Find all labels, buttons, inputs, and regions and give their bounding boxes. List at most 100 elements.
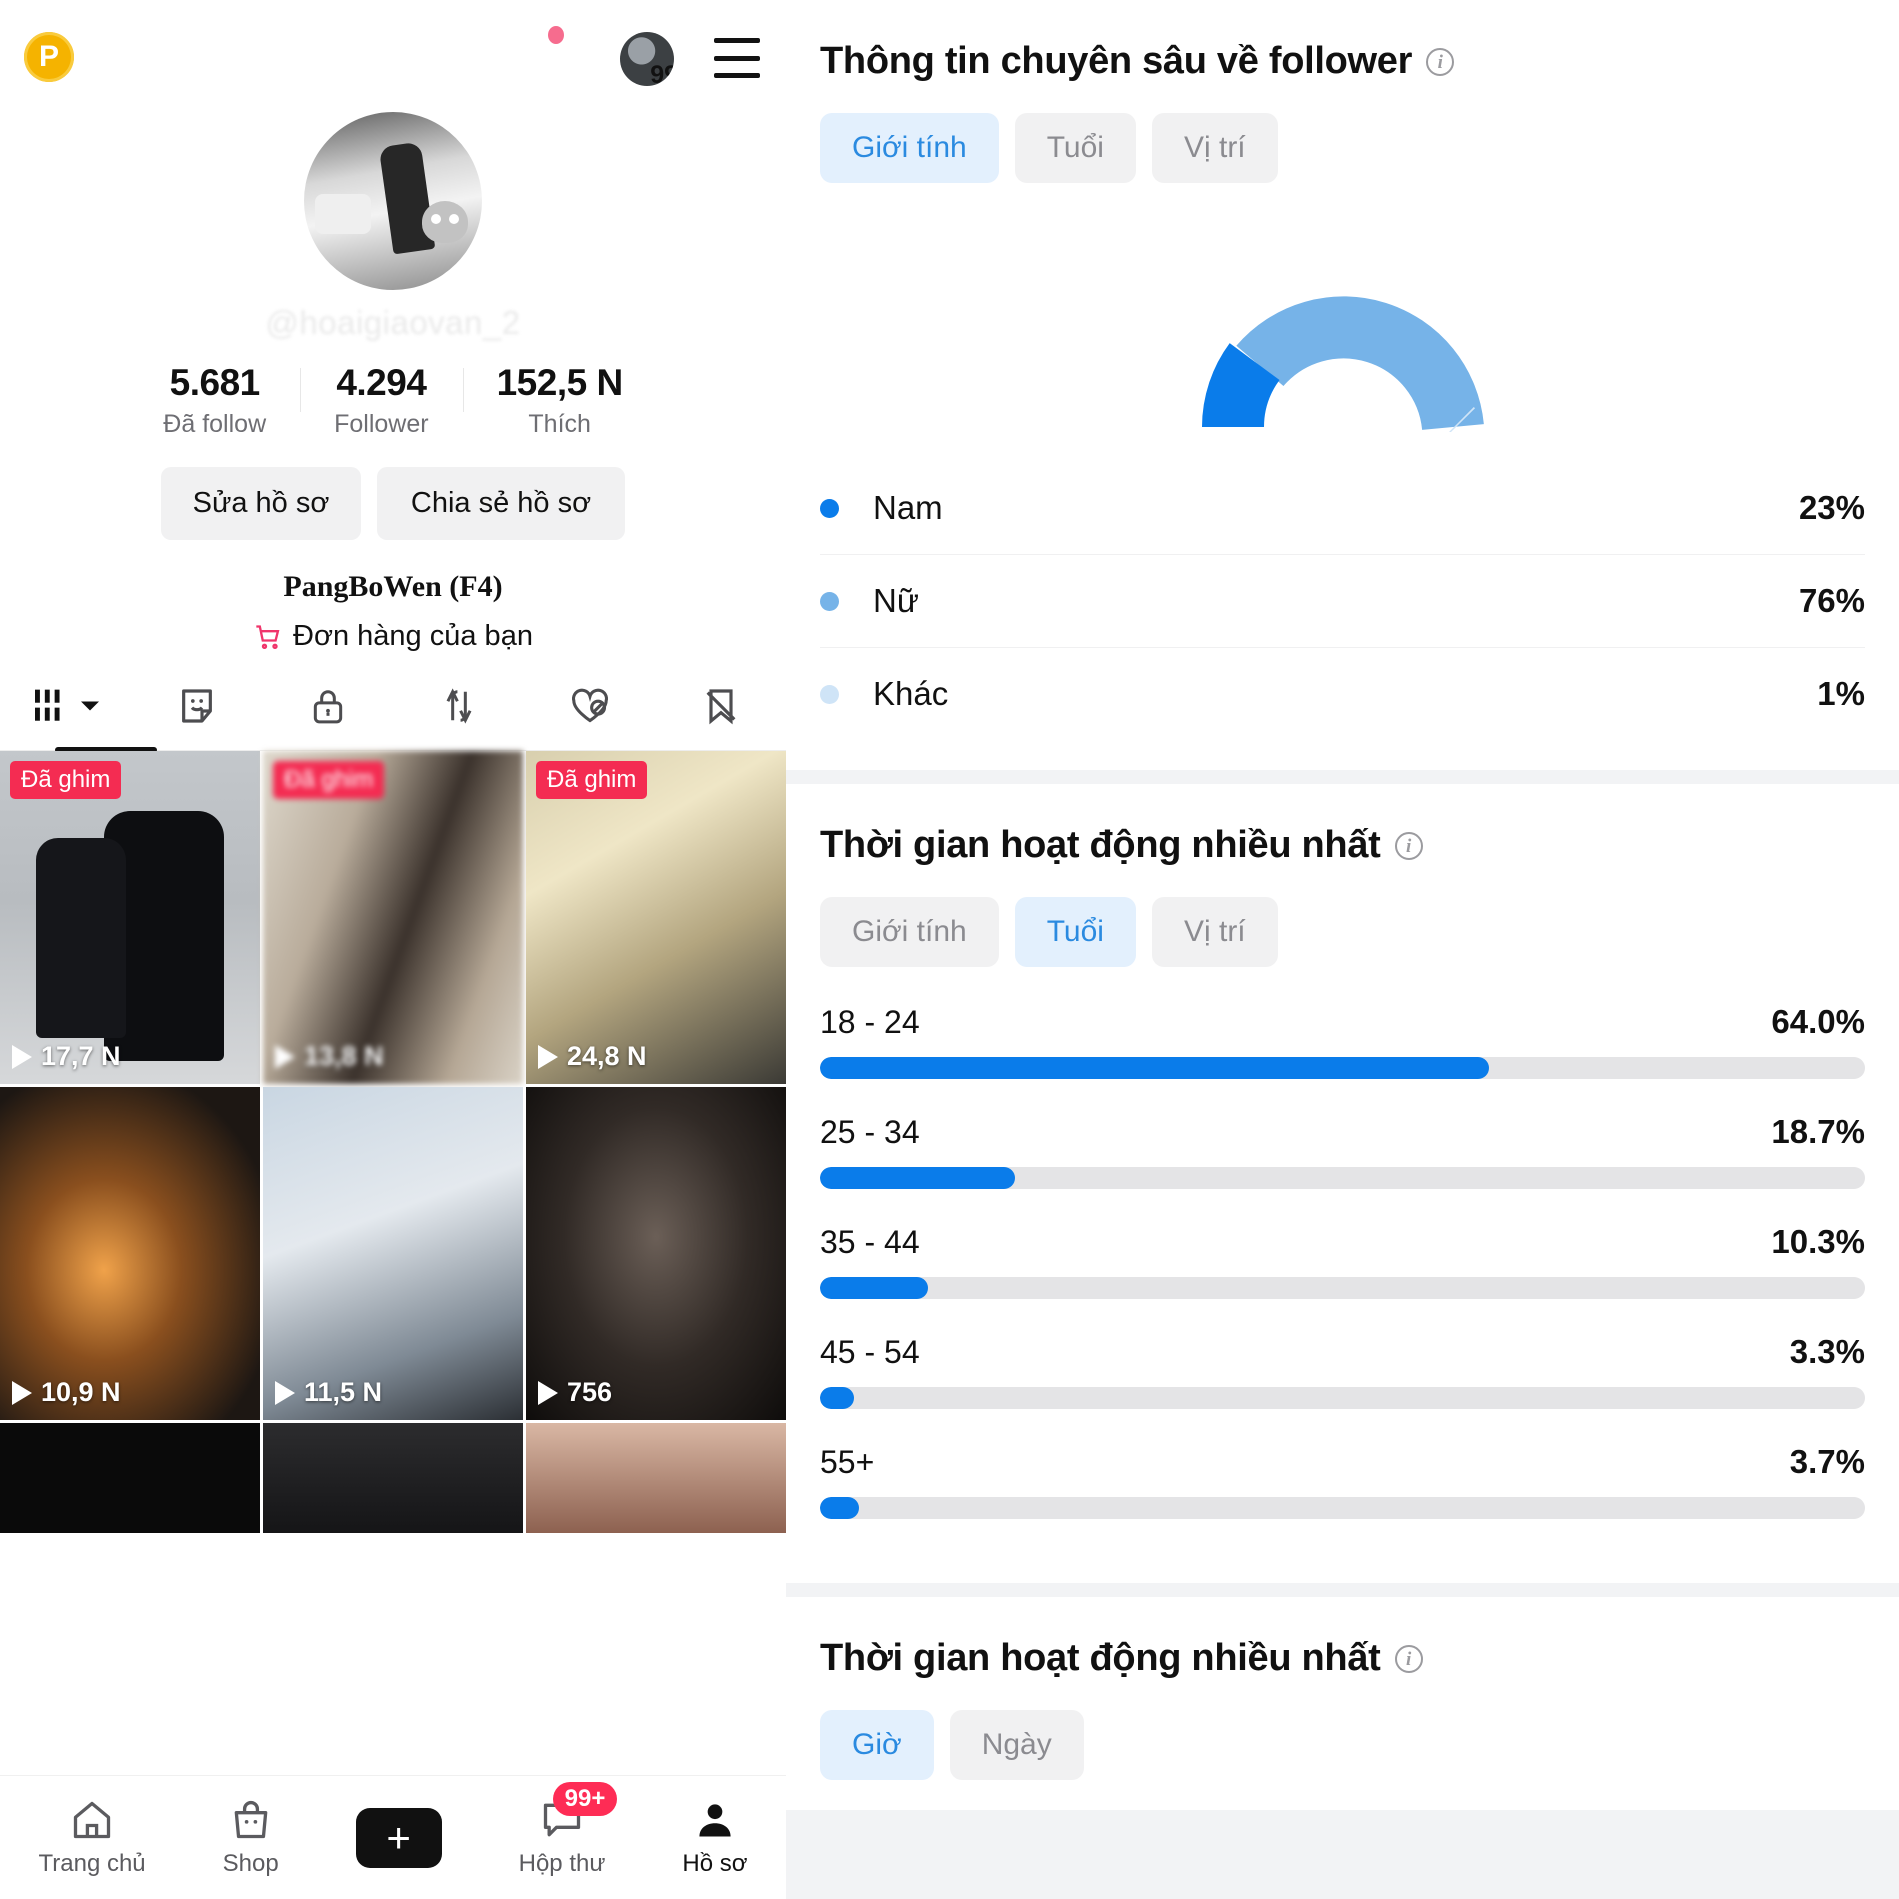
tab-reposts[interactable] (393, 675, 524, 750)
play-icon (12, 1380, 32, 1405)
gender-legend: Nam 23% Nữ 76% Khác 1% (820, 462, 1865, 740)
follower-insights-title: Thông tin chuyên sâu về follower i (820, 40, 1865, 83)
video-tile[interactable]: 10,9 N (0, 1087, 260, 1420)
view-count: 13,8 N (275, 1041, 384, 1072)
nav-home[interactable]: Trang chủ (38, 1798, 146, 1878)
avatar[interactable] (304, 112, 482, 290)
video-grid: Đã ghim 17,7 N Đã ghim 13,8 N Đã ghim 24… (0, 751, 786, 1533)
age-bar-track (820, 1167, 1865, 1189)
stat-value: 4.294 (336, 362, 427, 403)
video-tile[interactable] (526, 1423, 786, 1533)
stat-label: Đã follow (163, 410, 267, 438)
chip-gender[interactable]: Giới tính (820, 897, 999, 967)
account-switcher-avatar[interactable]: 99 (620, 32, 674, 86)
most-active-time-title: Thời gian hoạt động nhiều nhất i (820, 1637, 1865, 1680)
share-profile-button[interactable]: Chia sẻ hồ sơ (377, 467, 625, 540)
age-value: 3.7% (1789, 1443, 1865, 1480)
heart-slash-icon (571, 688, 608, 722)
profile-handle: @hoaigiaovan_2 (265, 304, 521, 341)
legend-label: Nữ (873, 582, 919, 619)
tab-videos[interactable] (0, 675, 131, 750)
half-donut-gauge (1201, 296, 1484, 432)
tab-liked[interactable] (524, 675, 655, 750)
legend-value: 76% (1798, 582, 1865, 619)
info-icon[interactable]: i (1394, 831, 1423, 860)
age-label: 18 - 24 (820, 1004, 920, 1040)
grid-videos-icon (34, 689, 60, 721)
video-tile[interactable]: 11,5 N (263, 1087, 523, 1420)
play-icon (275, 1044, 295, 1069)
profile-header: P 99 (0, 0, 786, 112)
video-tile[interactable]: Đã ghim 24,8 N (526, 751, 786, 1084)
age-bar-row: 35 - 44 10.3% (820, 1223, 1865, 1299)
age-bar-track (820, 1277, 1865, 1299)
home-icon (73, 1801, 111, 1838)
chip-day[interactable]: Ngày (949, 1710, 1084, 1780)
nav-shop[interactable]: Shop (223, 1798, 279, 1878)
chip-age[interactable]: Tuổi (1014, 897, 1136, 967)
points-badge-icon[interactable]: P (24, 32, 74, 82)
profile-actions: Sửa hồ sơ Chia sẻ hồ sơ (0, 467, 786, 540)
age-label: 25 - 34 (820, 1114, 920, 1150)
account-switcher-count: 99 (650, 61, 674, 87)
nav-inbox-label: Hộp thư (518, 1849, 606, 1877)
stat-following[interactable]: 5.681 Đã follow (129, 362, 300, 439)
chip-location[interactable]: Vị trí (1151, 113, 1278, 183)
chip-age[interactable]: Tuổi (1014, 113, 1136, 183)
tab-private[interactable] (262, 675, 393, 750)
view-count-value: 10,9 N (41, 1377, 121, 1407)
legend-value: 1% (1817, 675, 1865, 712)
legend-color-dot (820, 498, 839, 518)
video-tile[interactable] (263, 1423, 523, 1533)
info-icon[interactable]: i (1394, 1644, 1423, 1673)
hamburger-icon[interactable] (714, 38, 760, 78)
tab-saved[interactable] (655, 675, 786, 750)
repost-arrows-icon (446, 687, 471, 724)
chip-hour[interactable]: Giờ (820, 1710, 934, 1780)
info-icon[interactable]: i (1426, 47, 1455, 76)
card-title-text: Thời gian hoạt động nhiều nhất (820, 1637, 1381, 1679)
view-count: 24,8 N (538, 1041, 647, 1072)
chip-location[interactable]: Vị trí (1151, 897, 1278, 967)
video-tile[interactable]: Đã ghim 13,8 N (263, 751, 523, 1084)
age-bar-fill (820, 1497, 859, 1519)
nav-inbox[interactable]: 99+ Hộp thư (518, 1781, 618, 1878)
age-bar-row: 45 - 54 3.3% (820, 1333, 1865, 1409)
nav-shop-label: Shop (222, 1849, 279, 1877)
lock-icon (313, 689, 342, 723)
view-count: 756 (538, 1377, 612, 1408)
nav-create[interactable]: + (348, 1807, 449, 1868)
video-tile[interactable] (0, 1423, 260, 1533)
edit-profile-button[interactable]: Sửa hồ sơ (161, 467, 361, 540)
age-bar-row: 18 - 24 64.0% (820, 1003, 1865, 1079)
view-count-value: 11,5 N (304, 1377, 383, 1407)
tab-effects[interactable] (131, 675, 262, 750)
age-bar-track (820, 1497, 1865, 1519)
stat-value: 5.681 (169, 362, 261, 403)
nav-home-label: Trang chủ (38, 1849, 146, 1877)
person-icon (699, 1803, 731, 1836)
most-active-age-title: Thời gian hoạt động nhiều nhất i (820, 824, 1865, 867)
most-active-time-card: Thời gian hoạt động nhiều nhất i Giờ Ngà… (786, 1597, 1899, 1810)
pinned-badge: Đã ghim (536, 761, 648, 799)
your-orders-label: Đơn hàng của bạn (293, 620, 533, 652)
video-tile[interactable]: Đã ghim 17,7 N (0, 751, 260, 1084)
your-orders-link[interactable]: Đơn hàng của bạn (0, 620, 786, 653)
display-name: PangBoWen (F4) (283, 570, 503, 603)
notification-dot-icon (548, 26, 564, 44)
age-label: 55+ (820, 1444, 875, 1480)
follower-insights-card: Thông tin chuyên sâu về follower i Giới … (786, 0, 1899, 770)
stat-followers[interactable]: 4.294 Follower (300, 362, 462, 439)
legend-item-other: Khác 1% (820, 648, 1865, 740)
stat-likes[interactable]: 152,5 N Thích (462, 362, 657, 439)
age-label: 35 - 44 (820, 1224, 920, 1260)
card-title-text: Thời gian hoạt động nhiều nhất (820, 824, 1381, 866)
view-count-value: 13,8 N (304, 1041, 384, 1071)
shopping-cart-icon (256, 624, 280, 649)
legend-item-male: Nam 23% (820, 462, 1865, 555)
chip-gender[interactable]: Giới tính (820, 113, 999, 183)
nav-profile[interactable]: Hồ sơ (682, 1798, 747, 1878)
age-bar-track (820, 1057, 1865, 1079)
age-bar-fill (820, 1167, 1016, 1189)
video-tile[interactable]: 756 (526, 1087, 786, 1420)
